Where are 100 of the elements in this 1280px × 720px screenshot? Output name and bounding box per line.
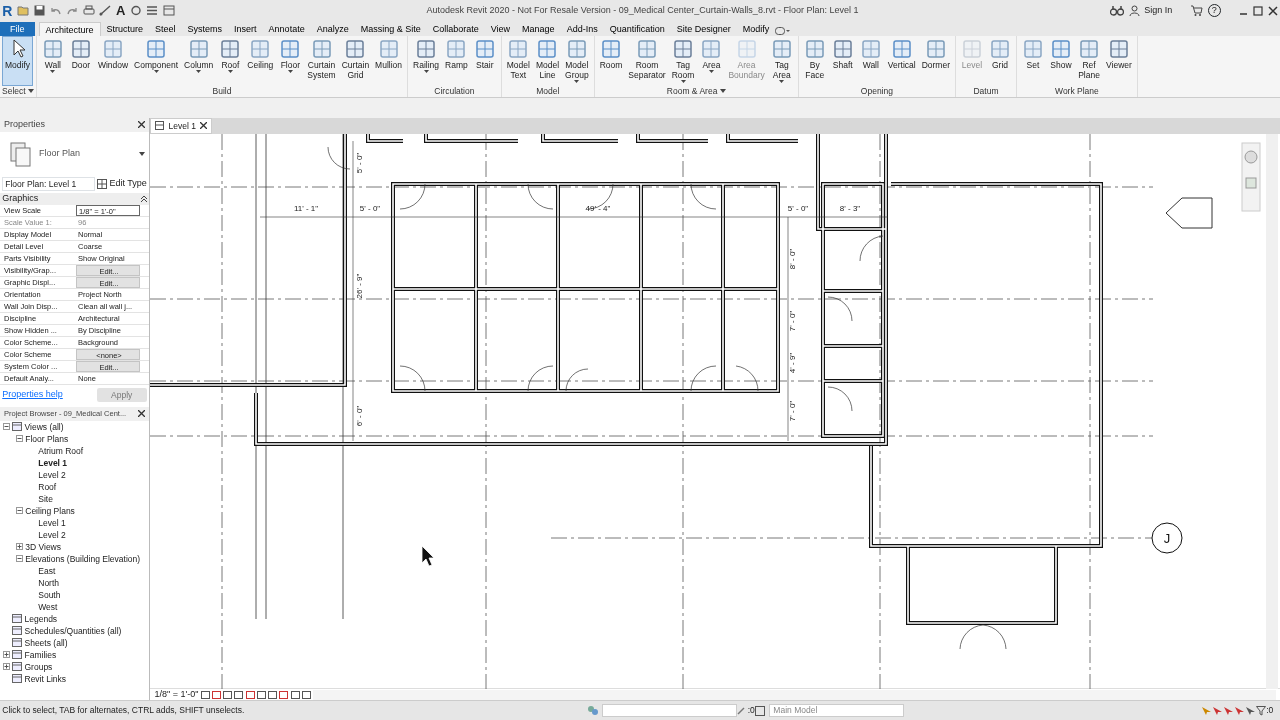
save-icon[interactable] (34, 5, 46, 17)
dropdown-arrow-icon[interactable] (574, 79, 580, 83)
ribbon-tool-button[interactable]: Model Line (532, 35, 563, 86)
tree-item[interactable]: Level 1 (38, 516, 66, 529)
ribbon-tab[interactable]: Annotate (262, 21, 311, 36)
ribbon-tab[interactable]: Collaborate (426, 21, 485, 36)
ribbon-tool-button[interactable]: Window (94, 35, 132, 86)
tool-symbol-icon[interactable] (69, 37, 92, 60)
redo-arrow-icon[interactable] (66, 6, 79, 16)
type-selector[interactable]: Floor Plan (39, 147, 134, 161)
edit-type-icon[interactable] (97, 178, 108, 189)
tool-symbol-icon[interactable] (279, 37, 302, 60)
horizontal-scrollbar[interactable] (313, 689, 1276, 700)
edit-type-button[interactable]: Edit Type (109, 177, 147, 191)
binoculars-icon[interactable] (1110, 5, 1125, 17)
tool-symbol-icon[interactable] (473, 37, 496, 60)
tree-item[interactable]: Level 2 (38, 468, 66, 481)
minus-box-icon[interactable] (16, 435, 23, 443)
maximize-icon[interactable] (1253, 6, 1264, 16)
ribbon-tool-button[interactable]: Wall (38, 35, 67, 86)
dropdown-arrow-icon[interactable] (227, 69, 233, 73)
close-icon[interactable] (200, 122, 208, 130)
ribbon-tool-button[interactable]: Stair (470, 35, 499, 86)
ribbon-tool-button[interactable]: Viewer (1103, 35, 1135, 86)
model-dropdown-field[interactable]: Main Model (769, 704, 905, 717)
dropdown-arrow-icon[interactable] (779, 79, 785, 83)
minus-box-icon[interactable] (16, 555, 23, 563)
dropdown-arrow-icon[interactable] (719, 89, 726, 94)
tool-symbol-icon[interactable] (1107, 37, 1130, 60)
cart-icon[interactable] (1190, 5, 1204, 17)
tree-item[interactable]: Level 2 (38, 528, 66, 541)
tool-symbol-icon[interactable] (890, 37, 913, 60)
plus-box-icon[interactable] (3, 663, 10, 671)
dropdown-arrow-icon[interactable] (138, 151, 145, 156)
filter-icon[interactable] (1256, 705, 1267, 716)
dropdown-arrow-icon[interactable] (680, 79, 686, 83)
ribbon-tool-button[interactable]: Mullion (372, 35, 406, 86)
ribbon-tab[interactable]: Insert (228, 21, 263, 36)
workset-dropdown-field[interactable] (601, 704, 737, 717)
ribbon-tool-button[interactable]: Tag Room (668, 35, 698, 86)
tree-item[interactable]: Revit Links (24, 672, 67, 685)
tree-item[interactable]: North (38, 576, 60, 589)
tree-item[interactable]: Level 1 (38, 456, 68, 469)
ribbon-tool-button[interactable]: Modify (2, 35, 34, 86)
ribbon-tab[interactable]: Site Designer (670, 21, 737, 36)
tree-item[interactable]: Schedules/Quantities (all) (24, 624, 122, 637)
ribbon-tab[interactable]: Systems (181, 21, 229, 36)
ribbon-tab[interactable]: Add-Ins (560, 21, 604, 36)
ribbon-tab[interactable]: Manage (516, 21, 561, 36)
tree-item[interactable]: Site (38, 492, 53, 505)
ribbon-tool-button[interactable]: Tag Area (767, 35, 796, 86)
tool-symbol-icon[interactable] (145, 37, 168, 60)
tree-item[interactable]: Legends (24, 612, 58, 625)
ribbon-tool-button[interactable]: Wall (856, 35, 885, 86)
view-selector-dropdown[interactable]: Floor Plan: Level 1 (2, 176, 95, 192)
dropdown-arrow-icon[interactable] (153, 69, 159, 73)
tree-item[interactable]: Families (24, 648, 57, 661)
ribbon-tool-button[interactable]: Ceiling (244, 35, 277, 86)
ribbon-tool-button[interactable]: Door (66, 35, 95, 86)
ribbon-tab[interactable]: Structure (100, 21, 150, 36)
contextual-dropdown-icon[interactable] (775, 25, 792, 36)
tree-item[interactable]: Atrium Roof (38, 444, 84, 457)
close-icon[interactable] (138, 410, 145, 418)
ribbon-tool-button[interactable]: Component (131, 35, 182, 86)
person-icon[interactable] (1128, 5, 1140, 17)
selection-option-icon[interactable] (1212, 705, 1224, 716)
tree-item[interactable]: Elevations (Building Elevation) (25, 552, 141, 565)
ribbon-tool-button[interactable]: Railing (410, 35, 443, 86)
dropdown-arrow-icon[interactable] (196, 69, 202, 73)
dropdown-arrow-icon[interactable] (423, 69, 429, 73)
ribbon-tool-button[interactable]: Column (181, 35, 217, 86)
help-link[interactable]: Properties help (2, 388, 63, 402)
tree-item[interactable]: 3D Views (25, 540, 61, 553)
tool-symbol-icon[interactable] (672, 37, 695, 60)
tool-symbol-icon[interactable] (536, 37, 559, 60)
close-icon[interactable] (1267, 6, 1278, 16)
plus-box-icon[interactable] (16, 543, 23, 551)
tool-symbol-icon[interactable] (831, 37, 854, 60)
dropdown-arrow-icon[interactable] (50, 69, 56, 73)
tool-symbol-icon[interactable] (219, 37, 242, 60)
tool-symbol-icon[interactable] (1050, 37, 1072, 60)
collapse-chevrons-icon[interactable] (140, 195, 147, 202)
selection-option-icon[interactable] (1245, 705, 1257, 716)
ribbon-tab[interactable]: Modify (736, 21, 776, 36)
tree-item[interactable]: Floor Plans (25, 432, 69, 445)
printer-icon[interactable] (82, 5, 95, 17)
ribbon-tool-button[interactable]: Model Text (503, 35, 533, 86)
ribbon-tool-button[interactable]: Room Separator (625, 35, 669, 86)
window-icon[interactable] (162, 5, 175, 17)
dropdown-arrow-icon[interactable] (287, 69, 293, 73)
tree-item[interactable]: Groups (24, 660, 53, 673)
ribbon-tool-button[interactable]: Roof (216, 35, 245, 86)
vertical-scrollbar[interactable] (1266, 133, 1278, 689)
ribbon-tool-button[interactable]: Curtain Grid (338, 35, 373, 86)
list-icon[interactable] (146, 5, 159, 17)
ribbon-tab[interactable]: Analyze (310, 21, 355, 36)
grid-bubble[interactable] (1151, 522, 1183, 554)
ribbon-tool-button[interactable]: Grid (986, 35, 1014, 86)
ribbon-tool-button[interactable]: Model Group (562, 35, 592, 86)
dropdown-arrow-icon[interactable] (27, 89, 34, 94)
